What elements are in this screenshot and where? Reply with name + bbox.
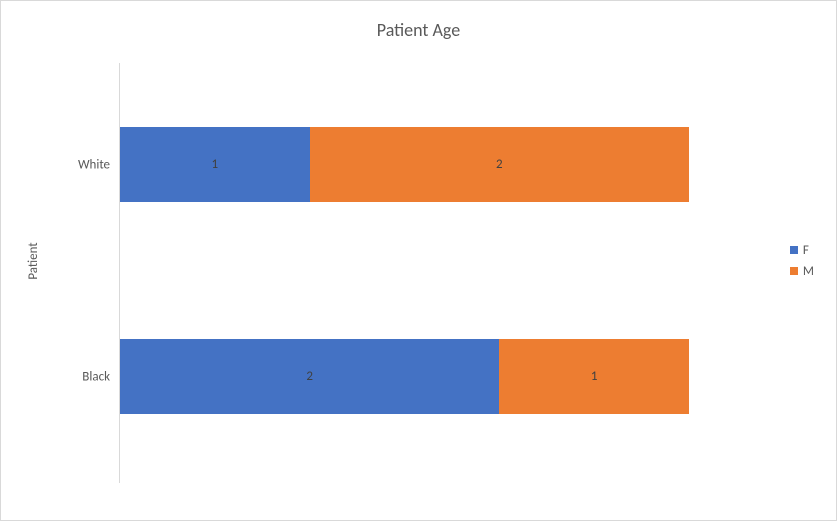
chart-title: Patient Age (1, 19, 836, 41)
legend-item-m: M (790, 264, 814, 279)
legend-swatch-f (790, 246, 798, 254)
bar-white-f: 1 (120, 127, 310, 202)
legend-label-m: M (803, 264, 814, 279)
data-label: 1 (591, 369, 598, 384)
plot-area: White 1 2 Black 2 1 (119, 63, 689, 483)
chart-container: Patient Age Patient White 1 2 Black 2 1 … (0, 0, 837, 521)
bar-black-m: 1 (499, 339, 689, 414)
bar-black-f: 2 (120, 339, 499, 414)
legend-swatch-m (790, 267, 798, 275)
legend-label-f: F (803, 243, 809, 258)
category-label-white: White (78, 157, 120, 172)
data-label: 2 (306, 369, 313, 384)
category-label-black: Black (82, 369, 120, 384)
data-label: 2 (496, 157, 503, 172)
data-label: 1 (212, 157, 219, 172)
y-axis-title: Patient (26, 242, 41, 279)
bar-row-black: Black 2 1 (120, 339, 689, 414)
legend-item-f: F (790, 243, 814, 258)
bar-row-white: White 1 2 (120, 127, 689, 202)
bar-white-m: 2 (310, 127, 689, 202)
legend: F M (790, 237, 814, 285)
